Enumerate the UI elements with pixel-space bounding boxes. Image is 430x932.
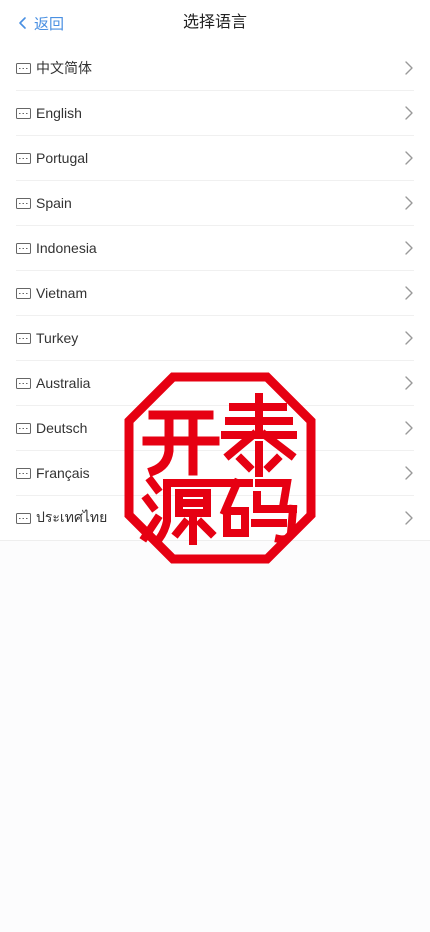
language-item-portugal[interactable]: Portugal [16,136,414,181]
language-label: Indonesia [36,240,97,256]
chevron-right-icon [404,466,414,480]
keyboard-icon [16,287,31,299]
keyboard-icon [16,332,31,344]
language-label: Français [36,465,90,481]
language-item-spain[interactable]: Spain [16,181,414,226]
chevron-right-icon [404,331,414,345]
page-title: 选择语言 [182,14,247,31]
language-item-zh-cn[interactable]: 中文简体 [16,46,414,91]
top-nav-bar: 返回 选择语言 [0,0,430,46]
language-list: 中文简体 English Portugal Spain Indonesia Vi… [0,46,430,541]
language-label: ประเทศไทย [36,509,108,525]
chevron-right-icon [404,196,414,210]
chevron-right-icon [404,286,414,300]
language-label: Australia [36,375,91,391]
keyboard-icon [16,197,31,209]
language-label: Vietnam [36,285,88,301]
language-item-australia[interactable]: Australia [16,361,414,406]
keyboard-icon [16,152,31,164]
language-item-thai[interactable]: ประเทศไทย [16,496,414,540]
language-item-francais[interactable]: Français [16,451,414,496]
language-item-turkey[interactable]: Turkey [16,316,414,361]
chevron-right-icon [404,241,414,255]
keyboard-icon [16,377,31,389]
chevron-right-icon [404,151,414,165]
chevron-right-icon [404,511,414,525]
chevron-right-icon [404,421,414,435]
language-item-vietnam[interactable]: Vietnam [16,271,414,316]
keyboard-icon [16,62,31,74]
keyboard-icon [16,107,31,119]
language-label: Spain [36,195,72,211]
keyboard-icon [16,422,31,434]
keyboard-icon [16,512,31,524]
language-item-english[interactable]: English [16,91,414,136]
chevron-right-icon [404,61,414,75]
language-label: Deutsch [36,420,88,436]
language-label: English [36,105,82,121]
language-label: 中文简体 [36,60,92,76]
keyboard-icon [16,242,31,254]
language-label: Turkey [36,330,79,346]
language-label: Portugal [36,150,89,166]
chevron-right-icon [404,106,414,120]
language-item-deutsch[interactable]: Deutsch [16,406,414,451]
language-item-indonesia[interactable]: Indonesia [16,226,414,271]
keyboard-icon [16,467,31,479]
chevron-right-icon [404,376,414,390]
